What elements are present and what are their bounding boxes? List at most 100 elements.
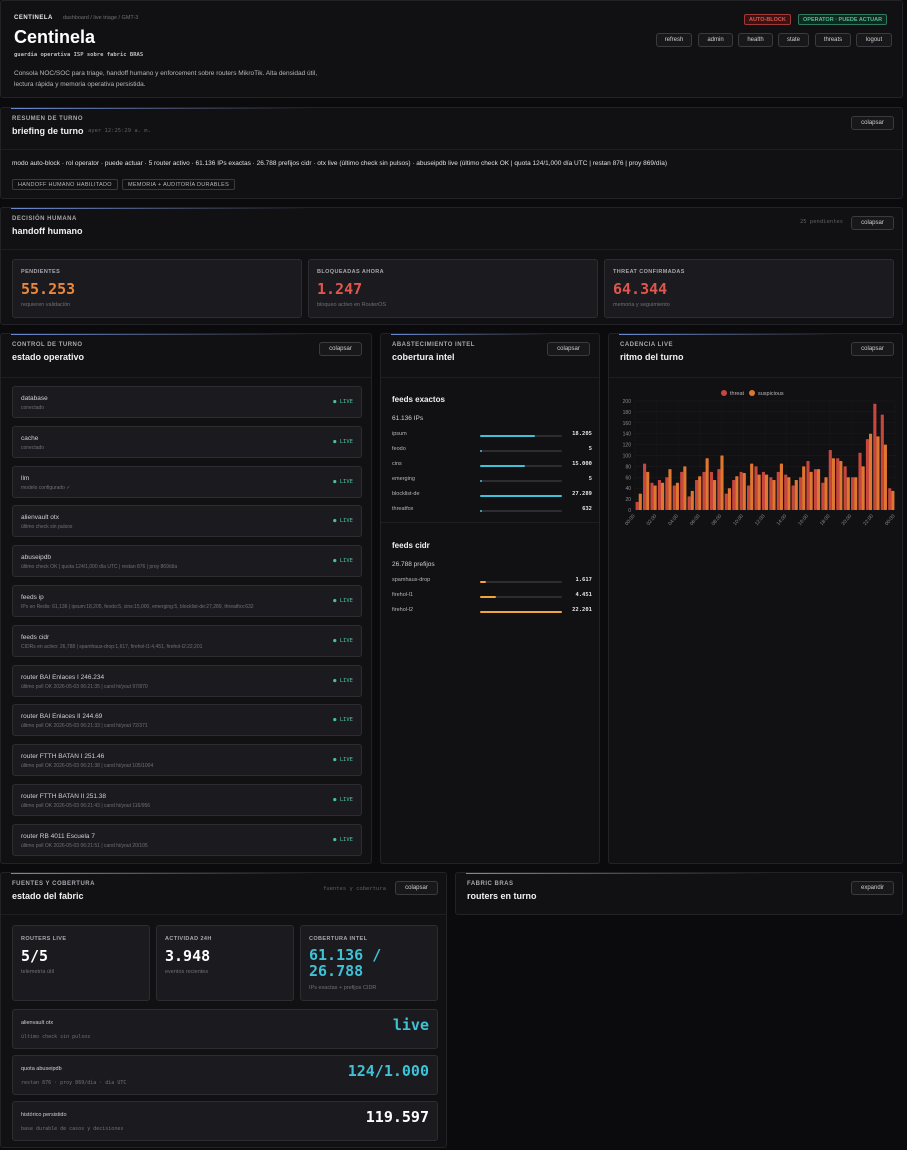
feed-name: feodo <box>392 445 406 452</box>
status-live-badge: ● LIVE <box>333 399 353 405</box>
threat-value: 64.344 <box>613 280 668 298</box>
otx-row[interactable]: alienvault otx último check sin pulsos l… <box>12 1009 438 1049</box>
status-row[interactable]: abuseipdb último check OK | quota 124/1,0… <box>12 545 362 578</box>
status-row[interactable]: router BAI Enlaces I 246.234 último poll … <box>12 664 362 697</box>
status-live-badge: ● LIVE <box>333 598 353 604</box>
feed-row: firehol-l2 22.201 <box>392 607 592 617</box>
handoff-collapse-button[interactable]: colapsar <box>851 216 894 230</box>
status-row-name: router BAI Enlaces II 244.69 <box>21 713 103 721</box>
bar-suspicious <box>668 469 672 510</box>
feed-bar-track <box>480 464 562 467</box>
handoff-tag: HANDOFF HUMANO HABILITADO <box>12 179 118 190</box>
activity-card[interactable]: ACTIVIDAD 24H 3.948 eventos recientes <box>156 925 294 1001</box>
refresh-button[interactable]: refresh <box>656 33 692 47</box>
activity-label: ACTIVIDAD 24H <box>165 936 212 942</box>
bar-threat <box>880 414 884 510</box>
cadence-collapse-button[interactable]: colapsar <box>851 342 894 356</box>
threat-card[interactable]: THREAT CONFIRMADAS 64.344 memoria y segu… <box>604 259 894 318</box>
status-row[interactable]: feeds cidr CIDRs en activo: 26,788 | spam… <box>12 624 362 657</box>
status-row[interactable]: llm modelo configurado ✓ ● LIVE <box>12 465 362 498</box>
divider <box>1 377 371 378</box>
status-row-name: cache <box>21 434 39 442</box>
panel-accent-line <box>466 873 766 874</box>
status-live-badge: ● LIVE <box>333 757 353 764</box>
cadence-chart: threat suspicious 0 20 40 60 80 100 120 140 160 180… <box>623 390 897 527</box>
pending-label: PENDIENTES <box>21 269 61 275</box>
admin-button[interactable]: admin <box>698 33 733 47</box>
briefing-kicker: RESUMEN DE TURNO <box>12 116 84 122</box>
x-tick-label: 06:00 <box>689 513 702 527</box>
divider <box>1 914 446 915</box>
bar-suspicious <box>683 466 687 510</box>
status-live-badge: ● LIVE <box>333 558 353 565</box>
state-button[interactable]: state <box>778 33 809 47</box>
panel-accent-line <box>11 208 311 209</box>
bar-threat <box>806 460 810 510</box>
status-row-detail: CIDRs en activo: 26,788 | spamhaus-drop:… <box>21 643 203 650</box>
status-row-detail: último check OK | quota 124/1,000 día UT… <box>21 564 178 571</box>
panel-accent-line <box>11 873 311 874</box>
status-collapse-button[interactable]: colapsar <box>319 342 362 356</box>
feed-name: threatfox <box>392 505 414 512</box>
status-row[interactable]: alienvault otx último check sin pulsos ● L… <box>12 505 362 538</box>
panel-accent-line <box>11 108 311 109</box>
bar-suspicious <box>839 460 843 510</box>
status-row-detail: conectado <box>21 444 45 451</box>
bar-suspicious <box>735 476 739 510</box>
threats-button[interactable]: threats <box>815 33 851 47</box>
bar-suspicious <box>869 433 873 510</box>
intel-coverage-label: COBERTURA INTEL <box>309 936 368 942</box>
routers-live-label: ROUTERS LIVE <box>21 936 67 942</box>
history-sub: base durable de casos y decisiones <box>21 1126 124 1132</box>
bar-suspicious <box>876 436 880 510</box>
feed-bar-fill <box>480 435 535 437</box>
briefing-collapse-button[interactable]: colapsar <box>851 116 894 130</box>
blocked-card[interactable]: BLOQUEADAS AHORA 1.247 bloqueo activo en… <box>308 259 598 318</box>
briefing-title: briefing de turno <box>12 126 84 136</box>
panel-accent-line <box>619 334 839 335</box>
status-row[interactable]: router FTTH BATAN II 251.38 último poll O… <box>12 784 362 816</box>
status-live-badge: ● LIVE <box>333 438 353 445</box>
status-row[interactable]: feeds ip IPs en Redis: 61,136 | ipsum:18,… <box>12 585 362 617</box>
intel-coverage-card[interactable]: COBERTURA INTEL 61.136 / 26.788 IPs exac… <box>300 925 438 1001</box>
bar-threat <box>635 501 639 510</box>
status-row[interactable]: router RB 4011 Escuela 7 último poll OK 2… <box>12 823 362 856</box>
bar-suspicious <box>779 463 783 510</box>
bar-threat <box>717 469 721 510</box>
routers-live-value: 5/5 <box>21 947 49 965</box>
status-row[interactable]: router FTTH BATAN I 251.46 último poll OK… <box>12 744 362 777</box>
status-row-name: router RB 4011 Escuela 7 <box>21 832 95 840</box>
feed-value: 15.000 <box>572 460 592 467</box>
status-row[interactable]: database conectado ● LIVE <box>12 386 362 418</box>
feed-bar-fill <box>480 595 497 598</box>
bar-threat <box>865 439 869 510</box>
feed-row: cins 15.000 <box>392 461 592 471</box>
status-title: estado operativo <box>12 352 85 362</box>
divider <box>381 522 599 523</box>
fabric-collapse-button[interactable]: colapsar <box>395 881 438 895</box>
feed-bar-track <box>480 494 562 497</box>
status-row[interactable]: router BAI Enlaces II 244.69 último poll … <box>12 704 362 737</box>
history-row[interactable]: histórico persistido base durable de cas… <box>12 1101 438 1141</box>
status-panel: CONTROL DE TURNO estado operativo colaps… <box>0 333 372 864</box>
briefing-panel: RESUMEN DE TURNO briefing de turno ayer … <box>0 107 903 199</box>
abuseipdb-quota-row[interactable]: quota abuseipdb restan 876 · proy 869/dí… <box>12 1055 438 1095</box>
pending-card[interactable]: PENDIENTES 55.253 requieren validación <box>12 259 302 318</box>
status-live-badge: ● LIVE <box>333 518 353 525</box>
status-row[interactable]: cache conectado ● LIVE <box>12 425 362 458</box>
bar-suspicious <box>854 477 858 510</box>
routers-live-card[interactable]: ROUTERS LIVE 5/5 telemetría útil <box>12 925 150 1001</box>
y-tick-label: 120 <box>623 443 632 449</box>
logout-button[interactable]: logout <box>856 33 892 47</box>
status-row-detail: último check sin pulsos <box>21 524 73 531</box>
cidr-feeds-title: feeds cidr <box>392 541 430 550</box>
bar-threat <box>643 463 647 510</box>
cadence-title: ritmo del turno <box>620 352 684 362</box>
threat-sub: memoria y seguimiento <box>613 302 670 308</box>
feed-name: firehol-l2 <box>392 606 414 613</box>
page-subtitle: guardia operativa ISP sobre fabric BRAS <box>14 52 144 58</box>
quota-value: 124/1.000 <box>347 1062 429 1080</box>
intel-collapse-button[interactable]: colapsar <box>547 342 590 356</box>
routers-expand-button[interactable]: expandir <box>851 881 894 895</box>
health-button[interactable]: health <box>738 33 773 47</box>
